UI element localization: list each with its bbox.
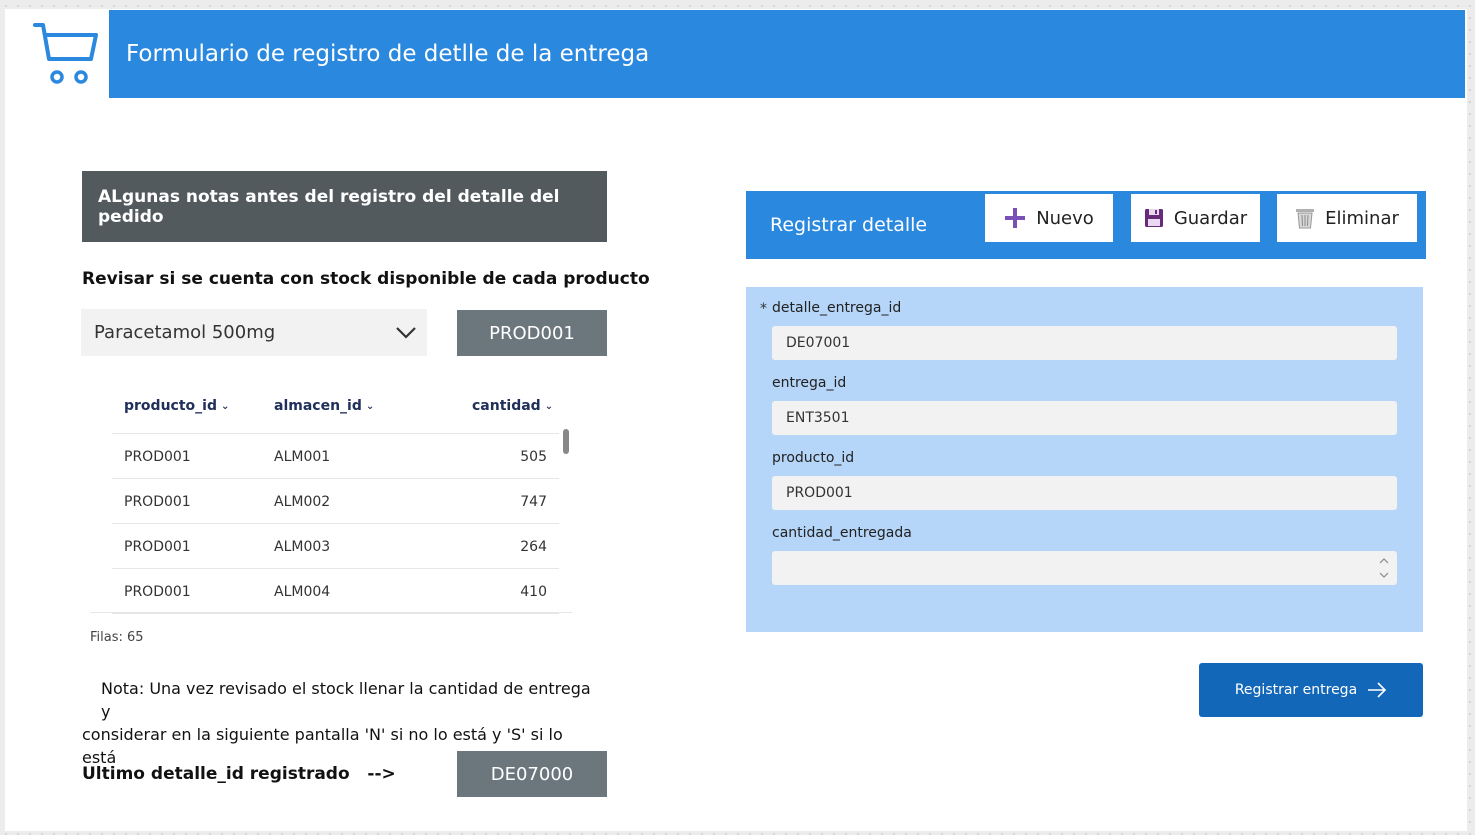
notes-title: ALgunas notas antes del registro del det… [98, 186, 560, 227]
app-canvas: Formulario de registro de detlle de la e… [5, 9, 1467, 831]
column-header-almacen-id[interactable]: almacen_id ⌄ [274, 387, 374, 425]
page-title: Formulario de registro de detlle de la e… [126, 41, 650, 67]
field-label-cantidad-entregada: cantidad_entregada [772, 525, 912, 541]
product-dropdown[interactable]: Paracetamol 500mg [81, 309, 427, 356]
row-divider [112, 613, 559, 614]
table-row[interactable]: PROD001 ALM001 505 [112, 433, 559, 478]
field-label-detalle-entrega-id: detalle_entrega_id [772, 300, 902, 316]
table-row[interactable]: PROD001 ALM003 264 [112, 523, 559, 568]
product-code-label: PROD001 [457, 310, 607, 356]
floppy-disk-icon [1144, 209, 1163, 227]
chevron-down-icon [396, 326, 416, 339]
field-label-producto-id: producto_id [772, 450, 855, 466]
shopping-cart-icon [33, 21, 99, 87]
table-row[interactable]: PROD001 ALM004 410 [112, 568, 559, 613]
detail-form: * detalle_entrega_id DE07001 entrega_id … [746, 287, 1423, 632]
register-title: Registrar detalle [770, 214, 928, 236]
sort-chevron-icon: ⌄ [544, 400, 554, 412]
notes-header: ALgunas notas antes del registro del det… [82, 171, 607, 242]
entrega-id-input[interactable]: ENT3501 [772, 401, 1397, 435]
last-detail-label: Ultimo detalle_id registrado --> [82, 764, 396, 784]
producto-id-input[interactable]: PROD001 [772, 476, 1397, 510]
register-delivery-button[interactable]: Registrar entrega [1199, 663, 1423, 717]
detalle-entrega-id-input[interactable]: DE07001 [772, 326, 1397, 360]
header-bar: Formulario de registro de detlle de la e… [109, 10, 1465, 98]
plus-icon [1005, 208, 1026, 228]
row-count: Filas: 65 [90, 630, 144, 645]
product-dropdown-value: Paracetamol 500mg [94, 322, 276, 343]
new-button[interactable]: Nuevo [985, 194, 1113, 242]
last-detail-value: DE07000 [457, 751, 607, 797]
table-row[interactable]: PROD001 ALM002 747 [112, 478, 559, 523]
arrow-right-icon [1368, 682, 1387, 698]
column-header-producto-id[interactable]: producto_id ⌄ [124, 387, 229, 425]
trash-icon [1296, 209, 1315, 229]
grid-scrollbar[interactable] [563, 429, 569, 454]
column-header-cantidad[interactable]: cantidad ⌄ [472, 387, 553, 425]
save-button[interactable]: Guardar [1131, 194, 1260, 242]
cantidad-entregada-input[interactable] [772, 551, 1397, 585]
register-toolbar: Registrar detalle Nuevo Guardar Eliminar [746, 191, 1426, 259]
number-spinner-icon[interactable] [1379, 555, 1389, 581]
stock-grid: producto_id ⌄ almacen_id ⌄ cantidad ⌄ PR… [90, 387, 582, 623]
required-marker: * [760, 301, 767, 317]
sort-chevron-icon: ⌄ [220, 400, 230, 412]
stock-label: Revisar si se cuenta con stock disponibl… [82, 269, 650, 289]
field-label-entrega-id: entrega_id [772, 375, 847, 391]
sort-chevron-icon: ⌄ [365, 400, 375, 412]
delete-button[interactable]: Eliminar [1277, 194, 1417, 242]
grid-bottom-border [90, 612, 572, 613]
